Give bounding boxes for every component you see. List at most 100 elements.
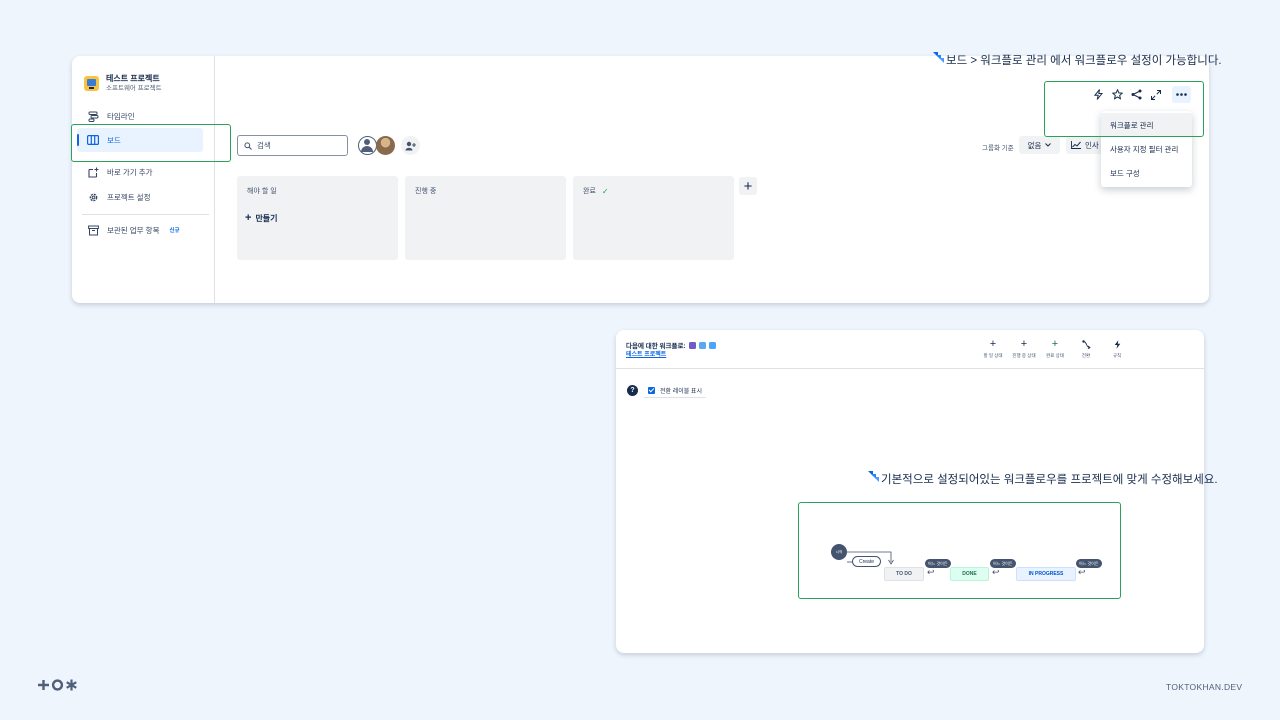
gear-icon	[87, 191, 99, 203]
return-arrow-icon: ↩	[992, 567, 1000, 577]
sidebar-divider	[82, 214, 209, 215]
status-done[interactable]: DONE	[950, 567, 989, 581]
jira-logo-icon	[868, 471, 880, 483]
star-icon[interactable]	[1111, 88, 1124, 101]
sidebar-item-archived[interactable]: 보관된 업무 항목 신규	[87, 222, 205, 238]
plus-icon: +	[743, 177, 753, 195]
project-header[interactable]: 테스트 프로젝트 소프트웨어 프로젝트	[84, 74, 162, 93]
sidebar: 테스트 프로젝트 소프트웨어 프로젝트 타임라인 보드 바로 가기 추가 프로젝…	[72, 56, 215, 303]
add-column-button[interactable]: +	[739, 177, 757, 195]
board-column-todo[interactable]: 해야 할 일 + 만들기	[237, 176, 398, 260]
expand-icon[interactable]	[1149, 88, 1162, 101]
plus-icon: +	[1051, 338, 1059, 350]
add-shortcut-icon	[87, 166, 99, 178]
plus-icon: +	[989, 338, 997, 350]
sidebar-item-add-shortcut[interactable]: 바로 가기 추가	[87, 164, 205, 180]
menu-item-board-settings[interactable]: 보드 구성	[1101, 161, 1192, 185]
add-transition-button[interactable]: 전환	[1071, 339, 1101, 359]
sidebar-item-label: 바로 가기 추가	[107, 167, 153, 177]
more-actions-button[interactable]	[1172, 86, 1191, 103]
annotation-bottom-text: 기본적으로 설정되어있는 워크플로우를 프로젝트에 맞게 수정해보세요.	[881, 474, 1218, 486]
plus-icon: +	[245, 212, 252, 224]
jira-logo-icon	[933, 52, 945, 64]
board-column-done[interactable]: 완료 ✓	[573, 176, 734, 260]
tool-label: 할 일 상태	[983, 353, 1003, 358]
rules-button[interactable]: 규칙	[1102, 339, 1132, 359]
insights-label: 인사	[1085, 140, 1099, 150]
sidebar-item-label: 보드	[107, 135, 121, 145]
archive-icon	[87, 224, 99, 236]
checkbox-checked-icon	[648, 386, 655, 394]
sidebar-item-label: 보관된 업무 항목	[107, 225, 160, 235]
timeline-icon	[87, 110, 99, 122]
start-node[interactable]: 시작	[831, 544, 847, 560]
workflow-screenshot: 다음에 대한 워크플로: 테스트 프로젝트 + 할 일 상태 + 진행 중 상태…	[616, 330, 1204, 653]
workflow-project-link[interactable]: 테스트 프로젝트	[626, 349, 666, 358]
add-todo-status-button[interactable]: + 할 일 상태	[978, 339, 1008, 359]
status-todo[interactable]: TO DO	[884, 567, 924, 581]
tool-label: 완료 상태	[1046, 353, 1064, 358]
brand-logo	[37, 678, 79, 692]
status-in-progress[interactable]: IN PROGRESS	[1016, 567, 1076, 581]
create-transition[interactable]: Create	[852, 556, 881, 567]
share-icon[interactable]	[1130, 88, 1143, 101]
return-arrow-icon: ↩	[927, 567, 935, 577]
menu-item-manage-workflow[interactable]: 워크플로 관리	[1101, 113, 1192, 137]
column-title-row: 완료 ✓	[583, 186, 609, 196]
sidebar-item-project-settings[interactable]: 프로젝트 설정	[87, 189, 205, 205]
menu-item-manage-custom-filters[interactable]: 사용자 지정 필터 관리	[1101, 137, 1192, 161]
workflow-diagram: 시작 Create 어느 것이든 ↩ TO DO 어느 것이든 ↩ DONE 어…	[798, 502, 1120, 599]
add-people-button[interactable]	[401, 136, 420, 155]
chevron-down-icon	[1045, 143, 1052, 147]
return-arrow-icon: ↩	[1078, 567, 1086, 577]
board-screenshot: 테스트 프로젝트 소프트웨어 프로젝트 타임라인 보드 바로 가기 추가 프로젝…	[72, 56, 1209, 303]
tool-label: 진행 중 상태	[1012, 353, 1036, 358]
add-done-status-button[interactable]: + 완료 상태	[1040, 339, 1070, 359]
show-labels-text: 전환 레이블 표시	[660, 388, 702, 395]
add-person-icon	[405, 141, 416, 150]
create-label: 만들기	[255, 214, 278, 223]
project-avatar-icon	[84, 76, 99, 91]
avatar[interactable]	[376, 136, 395, 155]
board-column-in-progress[interactable]: 진행 중	[405, 176, 566, 260]
help-icon[interactable]: ?	[627, 385, 638, 396]
column-title: 해야 할 일	[247, 188, 277, 195]
plus-icon: +	[1020, 338, 1028, 350]
workflow-header: 다음에 대한 워크플로: 테스트 프로젝트 + 할 일 상태 + 진행 중 상태…	[616, 330, 1204, 369]
create-issue-button[interactable]: + 만들기	[245, 213, 278, 224]
sidebar-item-label: 타임라인	[107, 111, 135, 121]
group-by-label: 그룹화 기준	[982, 145, 1014, 152]
tool-label: 규칙	[1112, 353, 1122, 358]
automation-bolt-icon[interactable]	[1092, 88, 1105, 101]
site-url: TOKTOKHAN.DEV	[1166, 682, 1243, 692]
board-icon	[87, 134, 99, 146]
column-title: 완료	[583, 188, 596, 195]
tool-label: 전환	[1081, 353, 1091, 358]
sidebar-item-board[interactable]: 보드	[77, 128, 203, 152]
group-by-dropdown[interactable]: 없음	[1019, 136, 1060, 154]
chart-icon	[1071, 141, 1081, 149]
group-by-value: 없음	[1027, 140, 1042, 150]
add-in-progress-status-button[interactable]: + 진행 중 상태	[1009, 339, 1039, 359]
annotation-bottom: 기본적으로 설정되어있는 워크플로우를 프로젝트에 맞게 수정해보세요.	[868, 471, 1218, 487]
sidebar-item-timeline[interactable]: 타임라인	[87, 108, 205, 124]
project-type: 소프트웨어 프로젝트	[106, 85, 162, 92]
search-icon	[244, 141, 252, 150]
bolt-icon	[1102, 339, 1132, 350]
show-transition-labels-toggle[interactable]: 전환 레이블 표시	[644, 383, 706, 398]
brand-logo-icon	[38, 679, 77, 691]
transition-icon	[1071, 339, 1101, 350]
issue-type-icon	[688, 341, 696, 349]
annotation-top: 보드 > 워크플로 관리 에서 워크플로우 설정이 가능합니다.	[933, 52, 1222, 68]
search-input[interactable]: 검색	[237, 135, 348, 156]
avatar[interactable]	[358, 136, 377, 155]
more-dots-icon	[1176, 93, 1187, 96]
annotation-top-text: 보드 > 워크플로 관리 에서 워크플로우 설정이 가능합니다.	[946, 55, 1222, 67]
project-name: 테스트 프로젝트	[106, 74, 160, 83]
sidebar-item-label: 프로젝트 설정	[107, 192, 151, 202]
check-icon: ✓	[601, 186, 609, 196]
search-placeholder: 검색	[257, 141, 271, 150]
new-badge: 신규	[169, 228, 180, 234]
more-actions-menu: 워크플로 관리 사용자 지정 필터 관리 보드 구성	[1101, 111, 1192, 187]
column-title: 진행 중	[415, 188, 437, 195]
